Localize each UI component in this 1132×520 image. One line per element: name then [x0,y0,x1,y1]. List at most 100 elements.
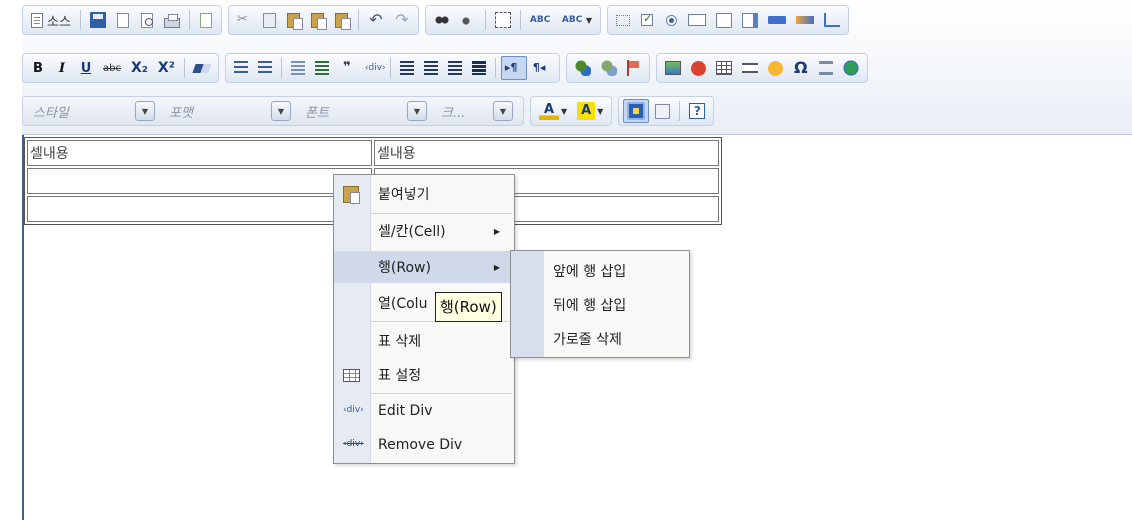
find-icon [433,12,450,28]
image-button-icon [796,16,815,24]
submenu-item-insert-row-after[interactable]: 뒤에 행 삽입 [511,288,689,322]
image-button[interactable] [661,56,685,80]
menu-item-paste[interactable]: 붙여넣기 [334,178,514,210]
remove-format-button[interactable] [190,56,214,80]
bidi-rtl-button[interactable]: ¶◂ [529,56,555,80]
chevron-down-icon[interactable]: ▼ [407,101,427,121]
menu-item-cell[interactable]: 셀/칸(Cell) ▶ [334,215,514,247]
table-cell[interactable] [27,196,372,222]
chevron-down-icon: ▼ [585,15,593,25]
outdent-button[interactable] [287,56,309,80]
scayt-button[interactable]: ABC ▼ [558,8,596,32]
page-break-button[interactable] [815,56,837,80]
form-button-button[interactable] [764,8,790,32]
align-left-button[interactable] [396,56,418,80]
table-cell[interactable] [27,168,372,194]
font-combo[interactable]: 폰트 ▼ [301,99,431,123]
redo-button[interactable]: ↷ [390,8,414,32]
button-icon [768,16,787,24]
checkbox-button[interactable] [636,8,658,32]
anchor-button[interactable] [623,56,645,80]
special-char-icon: Ω [794,58,808,77]
iframe-button[interactable] [839,56,863,80]
table-cell[interactable]: 셀내용 [27,140,372,166]
chevron-down-icon: ▼ [561,106,568,116]
table-button[interactable] [712,56,736,80]
spellcheck-icon: ABC [529,15,551,25]
menu-item-row[interactable]: 행(Row) ▶ [334,251,514,283]
print-button[interactable] [160,8,184,32]
superscript-button[interactable]: X² [154,56,179,80]
menu-item-edit-div[interactable]: ‹div› Edit Div [334,395,514,427]
subscript-button[interactable]: X₂ [127,56,152,80]
bold-button[interactable]: B [27,56,49,80]
maximize-button[interactable] [623,99,650,123]
unlink-button[interactable] [597,56,621,80]
select-button[interactable] [738,8,762,32]
flash-button[interactable] [687,56,710,80]
chevron-down-icon[interactable]: ▼ [493,101,513,121]
format-combo[interactable]: 포맷 ▼ [165,99,295,123]
underline-button[interactable]: U [75,56,97,80]
source-button[interactable]: 소스 [27,8,75,32]
align-center-button[interactable] [420,56,442,80]
bg-color-button[interactable]: A ▼ [573,99,607,123]
copy-button[interactable] [259,8,281,32]
link-button[interactable] [571,56,595,80]
size-combo[interactable]: 크... ▼ [437,99,517,123]
submenu-arrow-icon: ▶ [493,226,500,236]
insert-group: Ω [655,53,868,83]
blockquote-button[interactable]: ❞ [335,56,359,80]
spellcheck-button[interactable]: ABC [526,8,556,32]
find-button[interactable] [430,8,454,32]
strike-button[interactable]: abc [99,56,125,80]
italic-button[interactable]: I [51,56,73,80]
indent-button[interactable] [311,56,333,80]
toolbar-row-3: 스타일 ▼ 포맷 ▼ 폰트 ▼ 크... ▼ A ▼ A ▼ ? [22,91,720,131]
submenu-item-delete-row[interactable]: 가로줄 삭제 [511,322,689,356]
align-justify-button[interactable] [468,56,490,80]
image-button-button[interactable] [792,8,818,32]
submenu-item-insert-row-before[interactable]: 앞에 행 삽입 [511,254,689,288]
textarea-button[interactable] [712,8,736,32]
special-char-button[interactable]: Ω [789,56,813,80]
chevron-down-icon[interactable]: ▼ [271,101,291,121]
chevron-down-icon[interactable]: ▼ [135,101,155,121]
paste-text-button[interactable] [307,8,329,32]
bulleted-list-button[interactable] [254,56,276,80]
paste-word-button[interactable] [331,8,353,32]
toolbar-row-1: 소스 ✂ ↶ ↷ ABC ABC ▼ ✓ [22,0,855,40]
forms-group [607,5,850,35]
menu-item-table-properties[interactable]: 표 설정 [334,359,514,391]
bidi-ltr-button[interactable]: ▸¶ [500,56,527,80]
text-color-button[interactable]: A ▼ [535,99,571,123]
menu-item-delete-table[interactable]: 표 삭제 [334,325,514,357]
horizontal-rule-button[interactable] [738,56,762,80]
show-blocks-button[interactable] [651,99,674,123]
smiley-button[interactable] [764,56,787,80]
replace-button[interactable] [456,8,480,32]
new-page-button[interactable] [112,8,134,32]
chevron-down-icon: ▼ [597,106,604,116]
style-combo[interactable]: 스타일 ▼ [29,99,159,123]
table-cell[interactable]: 셀내용 [374,140,719,166]
tooltip: 행(Row) [435,292,502,322]
cut-button[interactable]: ✂ [233,8,257,32]
help-button[interactable]: ? [685,99,709,123]
save-button[interactable] [86,8,110,32]
numbered-list-button[interactable] [230,56,252,80]
menu-item-label: 표 설정 [378,368,422,384]
textfield-button[interactable] [684,8,710,32]
hidden-field-button[interactable] [820,8,844,32]
form-button[interactable] [612,8,634,32]
radio-button[interactable] [660,8,682,32]
menu-item-remove-div[interactable]: ‹div› Remove Div [334,429,514,461]
align-right-button[interactable] [444,56,466,80]
undo-button[interactable]: ↶ [364,8,388,32]
select-all-button[interactable] [491,8,515,32]
paste-button[interactable] [283,8,305,32]
templates-button[interactable] [195,8,217,32]
create-div-button[interactable]: ‹div› [361,56,386,80]
preview-button[interactable] [136,8,158,32]
separator [679,101,681,121]
